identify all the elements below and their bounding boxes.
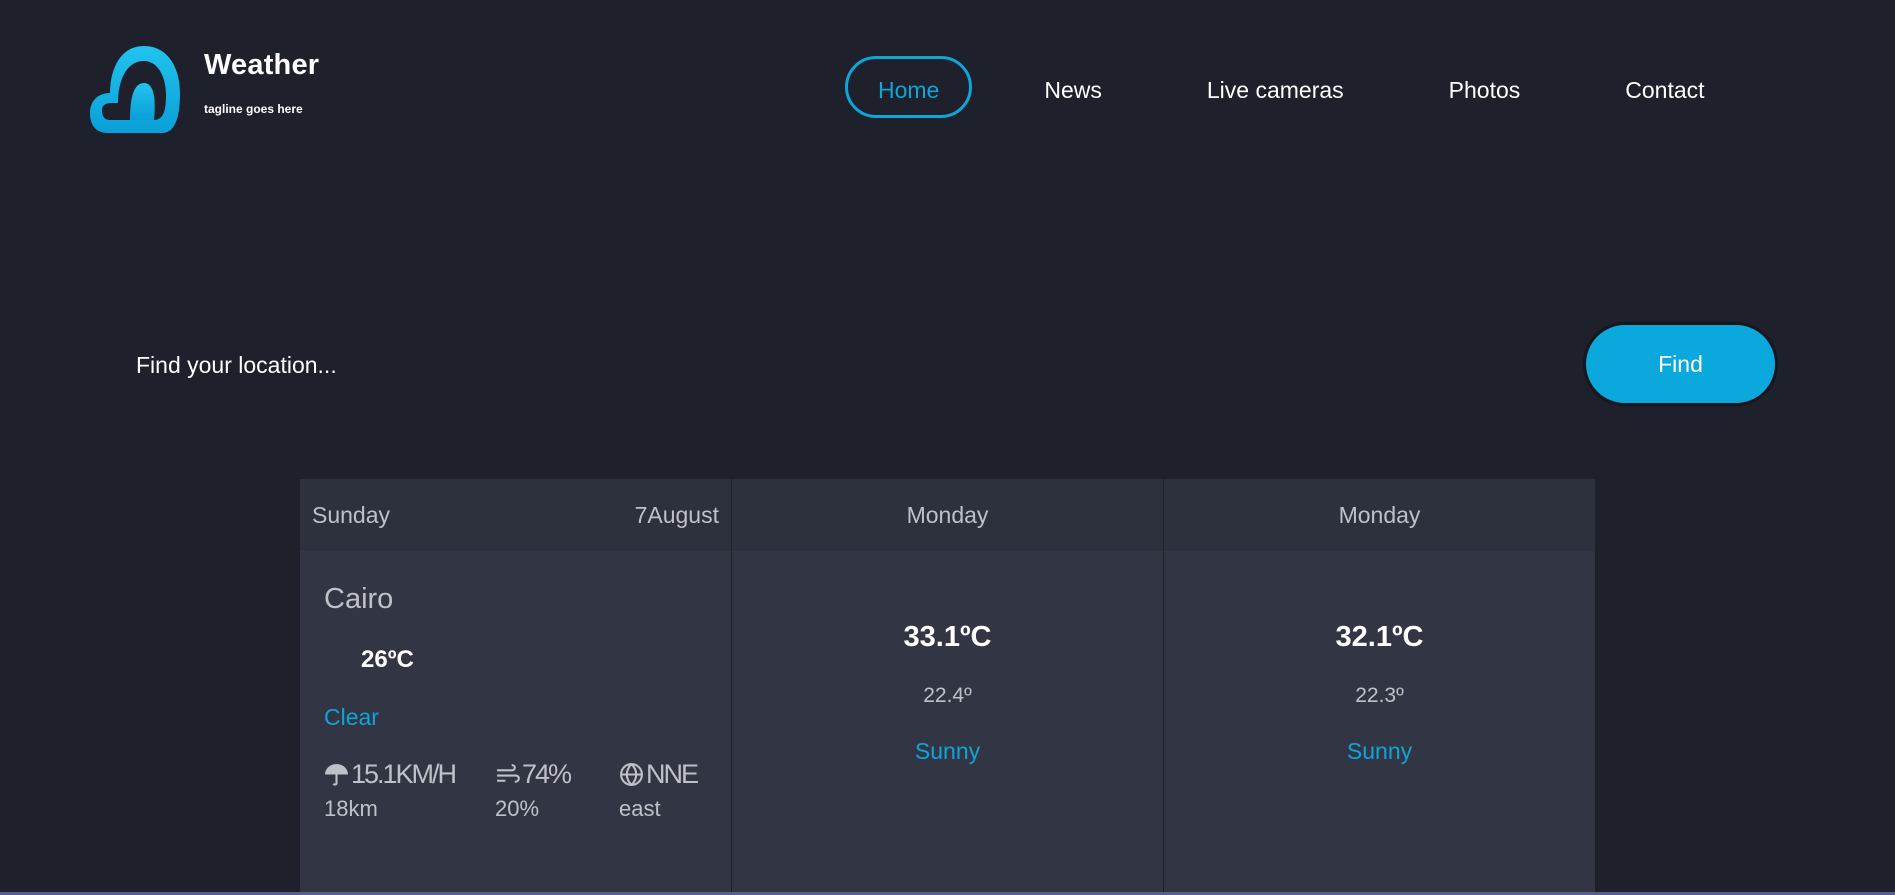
stat-value: 74%	[522, 759, 572, 789]
forecast-header: Monday	[1164, 479, 1595, 551]
location-search-input[interactable]	[120, 335, 1592, 395]
min-temperature: 22.3º	[1355, 684, 1404, 707]
stat-value: NNE	[646, 759, 699, 789]
forecast-card: Monday 32.1ºC 22.3º Sunny	[1164, 479, 1595, 895]
weather-stats: 15.1KM/H 18km 74% 20% NNE east	[324, 759, 707, 822]
nav-item-contact[interactable]: Contact	[1592, 56, 1737, 118]
today-card: Sunday 7August Cairo 26ºC Clear 15.1KM/H	[300, 479, 731, 895]
max-temperature: 33.1ºC	[903, 621, 992, 653]
stat-humidity: 74% 20%	[495, 759, 619, 822]
today-date: 7August	[634, 501, 719, 528]
tagline: tagline goes here	[204, 102, 303, 116]
nav-item-home[interactable]: Home	[845, 56, 973, 118]
forecast-day: Monday	[1338, 501, 1421, 528]
forecast-header: Monday	[732, 479, 1163, 551]
forecast-day: Monday	[906, 501, 989, 528]
min-temperature: 22.4º	[923, 684, 972, 707]
main-nav: Home News Live cameras Photos Contact	[845, 56, 1738, 118]
wind-icon	[497, 764, 520, 783]
today-day: Sunday	[312, 501, 391, 528]
today-header: Sunday 7August	[300, 479, 731, 551]
brand[interactable]: Weather tagline goes here	[88, 43, 319, 137]
stat-wind-speed: 15.1KM/H 18km	[324, 759, 495, 822]
site-title: Weather	[204, 49, 320, 81]
forecast-table: Sunday 7August Cairo 26ºC Clear 15.1KM/H	[300, 479, 1595, 895]
forecast-condition: Sunny	[1346, 738, 1413, 764]
stat-sub: east	[619, 796, 661, 821]
stat-wind-direction: NNE east	[619, 759, 699, 822]
stat-value: 15.1KM/H	[351, 759, 457, 789]
max-temperature: 32.1ºC	[1335, 621, 1424, 653]
cloud-icon	[90, 46, 180, 133]
forecast-card: Monday 33.1ºC 22.4º Sunny	[732, 479, 1163, 895]
umbrella-icon	[325, 764, 348, 786]
current-temperature: 26ºC	[361, 646, 414, 673]
weather-page: Weather tagline goes here Home News Live…	[0, 0, 1895, 895]
stat-sub: 20%	[495, 796, 540, 821]
forecast-condition: Sunny	[914, 738, 981, 764]
nav-item-photos[interactable]: Photos	[1416, 56, 1554, 118]
find-button[interactable]: Find	[1583, 322, 1778, 406]
stat-sub: 18km	[324, 796, 378, 821]
compass-icon	[620, 763, 643, 786]
city-name: Cairo	[324, 583, 394, 615]
nav-item-news[interactable]: News	[1011, 56, 1135, 118]
nav-item-live-cameras[interactable]: Live cameras	[1174, 56, 1377, 118]
current-condition: Clear	[324, 704, 379, 730]
